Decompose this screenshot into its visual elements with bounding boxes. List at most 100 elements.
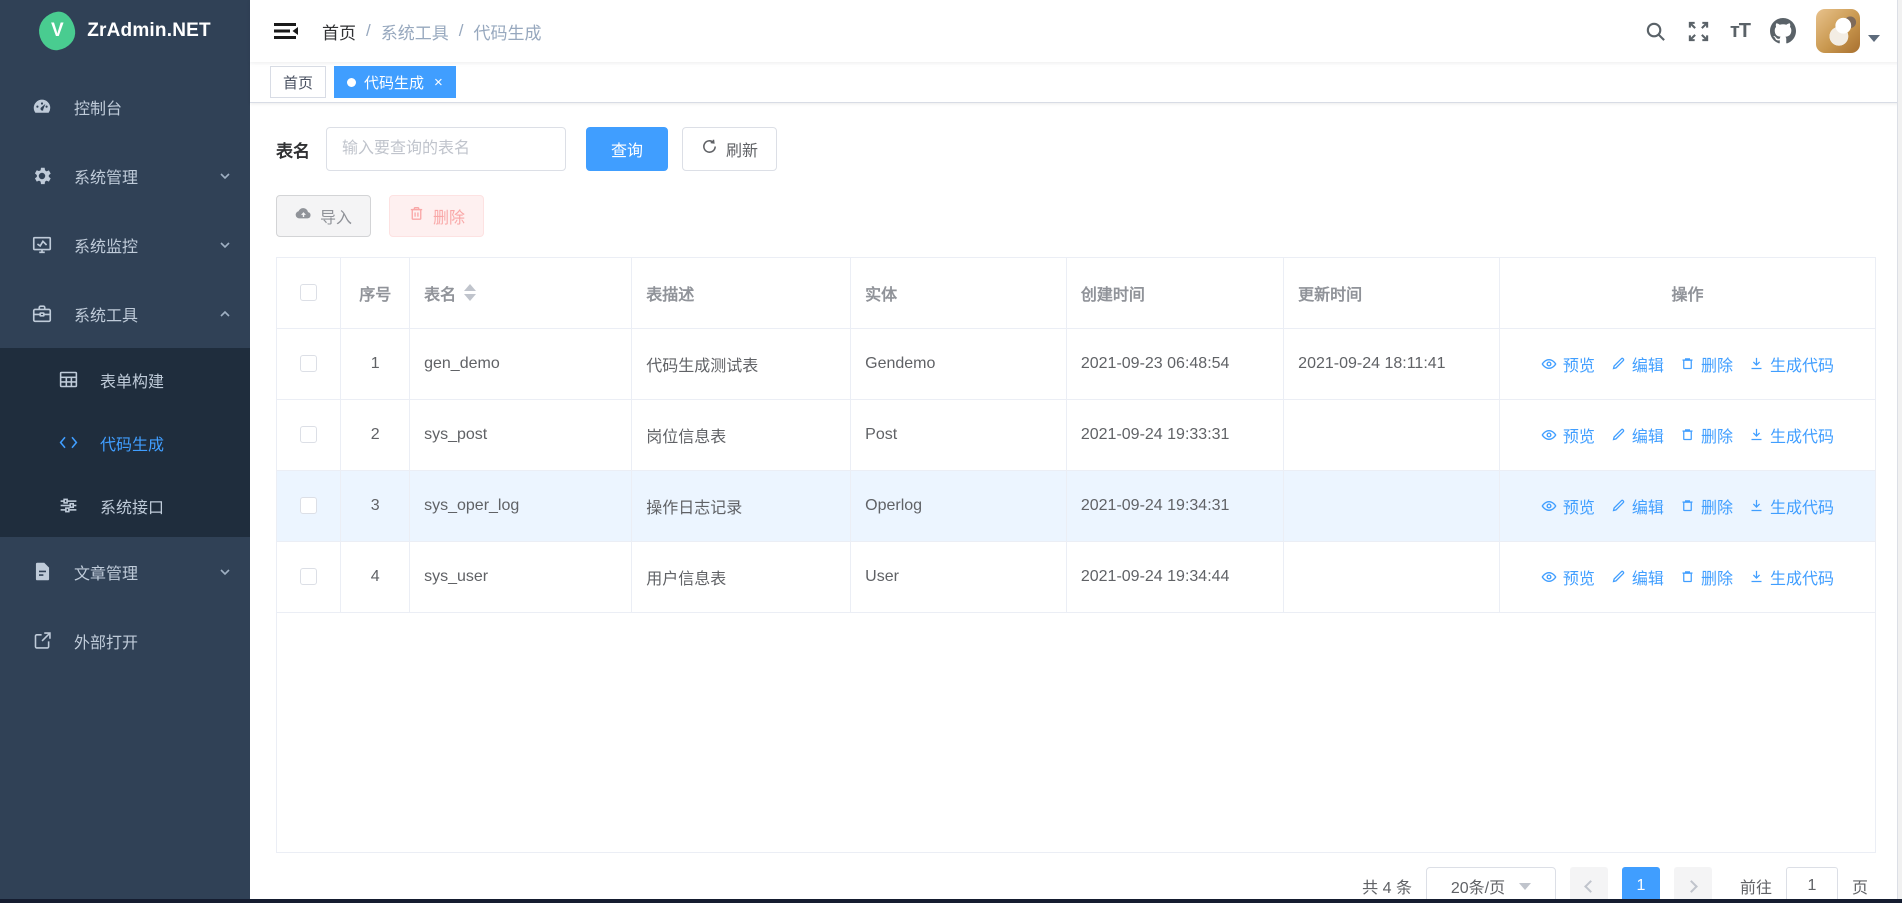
query-button[interactable]: 查询 [586,127,668,171]
sidebar: V ZrAdmin.NET 控制台 系统管理 [0,0,250,899]
generate-code-link[interactable]: 生成代码 [1749,494,1834,518]
table-header-row: 序号 表名 表描述 实体 创建时间 更新时间 操作 [277,258,1875,328]
row-checkbox[interactable] [300,497,317,514]
sidebar-item-label: 文章管理 [74,560,138,584]
eye-icon [1541,356,1557,372]
sidebar-item-external-open[interactable]: 外部打开 [0,606,250,675]
select-all-checkbox[interactable] [300,284,317,301]
close-icon[interactable]: × [434,75,443,90]
cell-updated [1284,399,1500,470]
row-checkbox[interactable] [300,426,317,443]
preview-link[interactable]: 预览 [1541,352,1595,376]
pencil-icon [1611,498,1626,513]
cell-desc: 代码生成测试表 [632,328,851,399]
sidebar-item-system-api[interactable]: 系统接口 [0,474,250,537]
download-icon [1749,498,1764,513]
page-size-select[interactable]: 20条/页 [1426,867,1556,899]
trash-icon [1680,356,1695,371]
tab-code-generation[interactable]: 代码生成 × [334,66,456,98]
page-number-button[interactable]: 1 [1622,867,1660,899]
next-page-button[interactable] [1674,867,1712,899]
import-button[interactable]: 导入 [276,195,371,237]
delete-link[interactable]: 删除 [1680,352,1733,376]
preview-link[interactable]: 预览 [1541,565,1595,589]
trash-icon [1680,569,1695,584]
delete-button[interactable]: 删除 [389,195,484,237]
cell-entity: Post [851,399,1067,470]
table-row[interactable]: 4 sys_user 用户信息表 User 2021-09-24 19:34:4… [277,541,1875,612]
chevron-down-icon [218,565,232,579]
eye-icon [1541,427,1557,443]
data-table: 序号 表名 表描述 实体 创建时间 更新时间 操作 [276,257,1876,853]
pagination-total: 共 4 条 [1362,874,1412,898]
table-row[interactable]: 3 sys_oper_log 操作日志记录 Operlog 2021-09-24… [277,470,1875,541]
github-icon[interactable] [1770,18,1796,44]
pencil-icon [1611,569,1626,584]
cell-name: sys_post [410,399,632,470]
sidebar-item-form-builder[interactable]: 表单构建 [0,348,250,411]
fullscreen-icon[interactable] [1687,20,1710,43]
sidebar-collapse-icon[interactable] [272,19,300,43]
breadcrumb-home[interactable]: 首页 [322,19,356,44]
font-size-icon[interactable]: ᴛT [1730,20,1750,43]
sidebar-item-article-manage[interactable]: 文章管理 [0,537,250,606]
preview-link[interactable]: 预览 [1541,494,1595,518]
table-row[interactable]: 2 sys_post 岗位信息表 Post 2021-09-24 19:33:3… [277,399,1875,470]
cell-serial: 1 [341,328,410,399]
table-toolbar: 导入 删除 [276,195,1876,237]
document-icon [30,560,54,584]
sidebar-item-label: 系统管理 [74,164,138,188]
edit-link[interactable]: 编辑 [1611,494,1664,518]
sidebar-item-system-tools[interactable]: 系统工具 [0,279,250,348]
window-scrollbar[interactable] [1897,0,1902,899]
delete-link[interactable]: 删除 [1680,423,1733,447]
col-header-created: 创建时间 [1066,258,1283,328]
pagination: 共 4 条 20条/页 1 前往 页 [276,867,1876,899]
edit-link[interactable]: 编辑 [1611,423,1664,447]
table-row[interactable]: 1 gen_demo 代码生成测试表 Gendemo 2021-09-23 06… [277,328,1875,399]
sidebar-item-label: 系统监控 [74,233,138,257]
goto-page-input[interactable] [1786,867,1838,899]
prev-page-button[interactable] [1570,867,1608,899]
sidebar-item-code-generation[interactable]: 代码生成 [0,411,250,474]
refresh-button[interactable]: 刷新 [682,127,777,171]
avatar[interactable] [1816,9,1860,53]
code-icon [56,431,80,455]
sort-caret-icon[interactable] [464,284,476,301]
generate-code-link[interactable]: 生成代码 [1749,352,1834,376]
generate-code-link[interactable]: 生成代码 [1749,423,1834,447]
external-link-icon [30,629,54,653]
sidebar-item-system-monitor[interactable]: 系统监控 [0,210,250,279]
col-header-updated: 更新时间 [1284,258,1500,328]
edit-link[interactable]: 编辑 [1611,352,1664,376]
col-header-name[interactable]: 表名 [410,258,632,328]
cell-desc: 岗位信息表 [632,399,851,470]
chevron-down-icon [218,238,232,252]
col-header-entity: 实体 [851,258,1067,328]
active-dot-icon [347,78,356,87]
delete-link[interactable]: 删除 [1680,565,1733,589]
table-name-input[interactable] [326,127,566,171]
sidebar-item-dashboard[interactable]: 控制台 [0,72,250,141]
tags-bar: 首页 代码生成 × [250,62,1902,103]
delete-link[interactable]: 删除 [1680,494,1733,518]
sidebar-item-system-manage[interactable]: 系统管理 [0,141,250,210]
main-area: 首页 / 系统工具 / 代码生成 ᴛT [250,0,1902,899]
cell-updated: 2021-09-24 18:11:41 [1284,328,1500,399]
logo[interactable]: V ZrAdmin.NET [0,0,250,62]
row-checkbox[interactable] [300,568,317,585]
form-grid-icon [56,368,80,392]
user-menu[interactable] [1816,9,1880,53]
preview-link[interactable]: 预览 [1541,423,1595,447]
window-bottom-edge [0,899,1902,903]
sidebar-item-label: 外部打开 [74,629,138,653]
tab-home[interactable]: 首页 [270,66,326,98]
eye-icon [1541,569,1557,585]
search-icon[interactable] [1644,20,1667,43]
row-checkbox[interactable] [300,355,317,372]
cell-created: 2021-09-24 19:34:44 [1066,541,1283,612]
edit-link[interactable]: 编辑 [1611,565,1664,589]
page-content: 表名 查询 刷新 导入 [250,103,1902,899]
generate-code-link[interactable]: 生成代码 [1749,565,1834,589]
pencil-icon [1611,427,1626,442]
